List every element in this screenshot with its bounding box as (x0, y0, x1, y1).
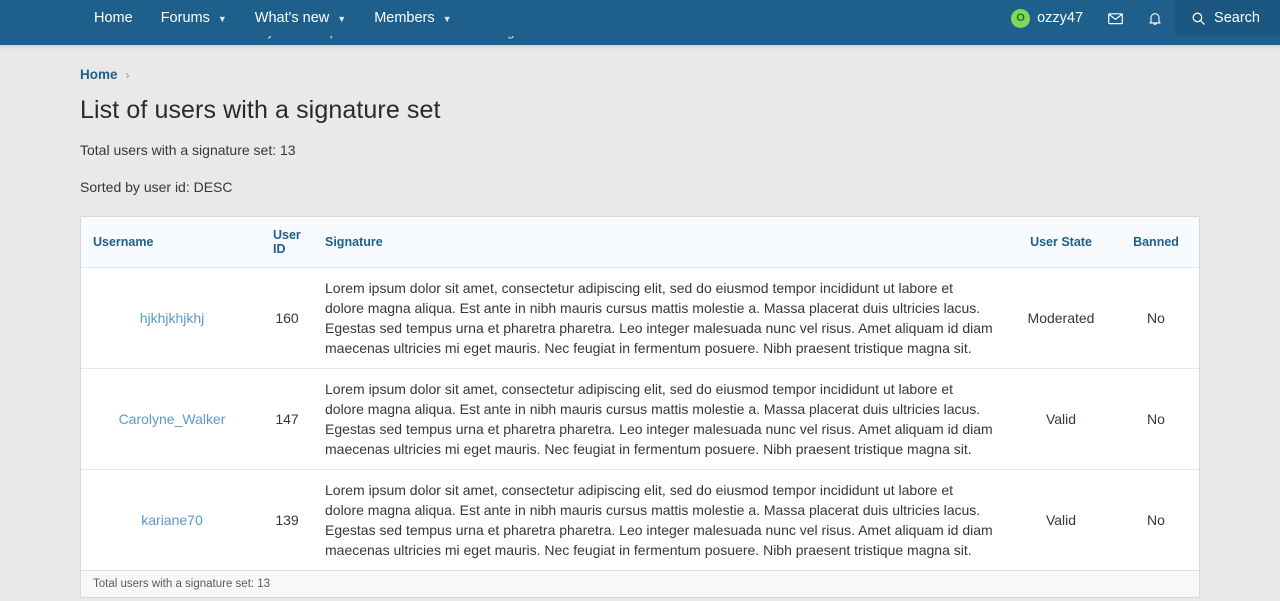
table-footer-total: Total users with a signature set: 13 (81, 570, 1199, 597)
search-button[interactable]: Search (1175, 0, 1280, 36)
nav-item-label: Forums (160, 10, 210, 26)
cell-user-id: 147 (263, 368, 311, 470)
cell-signature: Lorem ipsum dolor sit amet, consectetur … (311, 368, 1007, 470)
breadcrumb-home-link[interactable]: Home (80, 67, 118, 82)
table-body: hjkhjkhjkhj 160 Lorem ipsum dolor sit am… (81, 267, 1199, 571)
chevron-down-icon: ▼ (442, 13, 452, 24)
cell-user-state: Valid (1007, 368, 1115, 470)
cell-username: Carolyne_Walker (81, 368, 263, 470)
column-header-signature[interactable]: Signature (311, 217, 1007, 268)
chevron-right-icon: › (125, 67, 130, 82)
cell-signature: Lorem ipsum dolor sit amet, consectetur … (311, 267, 1007, 369)
table-row: kariane70 139 Lorem ipsum dolor sit amet… (81, 470, 1199, 571)
subnav-item-your-account[interactable]: Your account (391, 36, 466, 39)
nav-right-controls: O ozzy47 Search (1001, 0, 1280, 36)
chevron-down-icon: ▼ (217, 13, 227, 24)
cell-username: kariane70 (81, 470, 263, 571)
table-row: Carolyne_Walker 147 Lorem ipsum dolor si… (81, 368, 1199, 470)
envelope-icon (1107, 12, 1123, 24)
user-menu-button[interactable]: O ozzy47 (1001, 0, 1095, 36)
breadcrumb: Home › (80, 50, 1200, 82)
secondary-navigation-bar: Your news feed Latest activity Your prof… (0, 36, 1280, 45)
table-head: Username User ID Signature User State Ba… (81, 217, 1199, 268)
cell-banned: No (1115, 267, 1199, 369)
column-header-user-state[interactable]: User State (1007, 217, 1115, 268)
cell-signature: Lorem ipsum dolor sit amet, consectetur … (325, 482, 993, 558)
avatar: O (1011, 8, 1031, 28)
page-content: Home › List of users with a signature se… (0, 50, 1280, 601)
username-link[interactable]: kariane70 (141, 512, 203, 528)
username-link[interactable]: Carolyne_Walker (119, 411, 226, 427)
column-header-username[interactable]: Username (81, 217, 263, 268)
table-row: hjkhjkhjkhj 160 Lorem ipsum dolor sit am… (81, 267, 1199, 369)
subnav-item-your-profile[interactable]: Your profile (300, 36, 365, 39)
bell-icon (1149, 12, 1161, 25)
table-header-row: Username User ID Signature User State Ba… (81, 217, 1199, 268)
username-link[interactable]: hjkhjkhjkhj (140, 310, 205, 326)
subnav-item-latest-activity[interactable]: Latest activity (195, 36, 274, 39)
alerts-button[interactable] (1135, 0, 1175, 36)
column-header-banned[interactable]: Banned (1115, 217, 1199, 268)
chevron-down-icon: ▼ (337, 13, 347, 24)
subnav-item-log-out[interactable]: Log out (493, 36, 536, 39)
cell-user-id: 160 (263, 267, 311, 369)
page-title: List of users with a signature set (80, 96, 441, 124)
search-label: Search (1214, 10, 1260, 26)
sort-order-text: Sorted by user id: DESC (80, 179, 233, 195)
subnav-item-news-feed[interactable]: Your news feed (80, 36, 169, 39)
total-users-text: Total users with a signature set: 13 (80, 142, 296, 158)
cell-username: hjkhjkhjkhj (81, 267, 263, 369)
nav-item-whats-new[interactable]: What's new ▼ (241, 0, 360, 36)
users-table-block: Username User ID Signature User State Ba… (80, 216, 1200, 598)
cell-user-id: 139 (275, 512, 299, 528)
main-navigation-bar: Home Forums ▼ What's new ▼ Members ▼ O o… (0, 0, 1280, 36)
inbox-button[interactable] (1095, 0, 1135, 36)
nav-item-home[interactable]: Home (80, 0, 147, 36)
primary-nav-links: Home Forums ▼ What's new ▼ Members ▼ (80, 0, 466, 36)
nav-item-members[interactable]: Members ▼ (360, 0, 465, 36)
cell-user-state: Moderated (1007, 267, 1115, 369)
search-icon (1192, 12, 1205, 25)
username-label: ozzy47 (1037, 10, 1084, 26)
cell-banned: No (1115, 368, 1199, 470)
nav-item-label: What's new (254, 10, 330, 26)
column-header-user-id[interactable]: User ID (263, 217, 311, 268)
nav-item-label: Home (94, 10, 133, 26)
users-table: Username User ID Signature User State Ba… (81, 217, 1199, 570)
cell-banned: No (1147, 512, 1165, 528)
cell-user-state: Valid (1045, 512, 1077, 528)
nav-item-forums[interactable]: Forums ▼ (147, 0, 241, 36)
nav-item-label: Members (374, 10, 435, 26)
